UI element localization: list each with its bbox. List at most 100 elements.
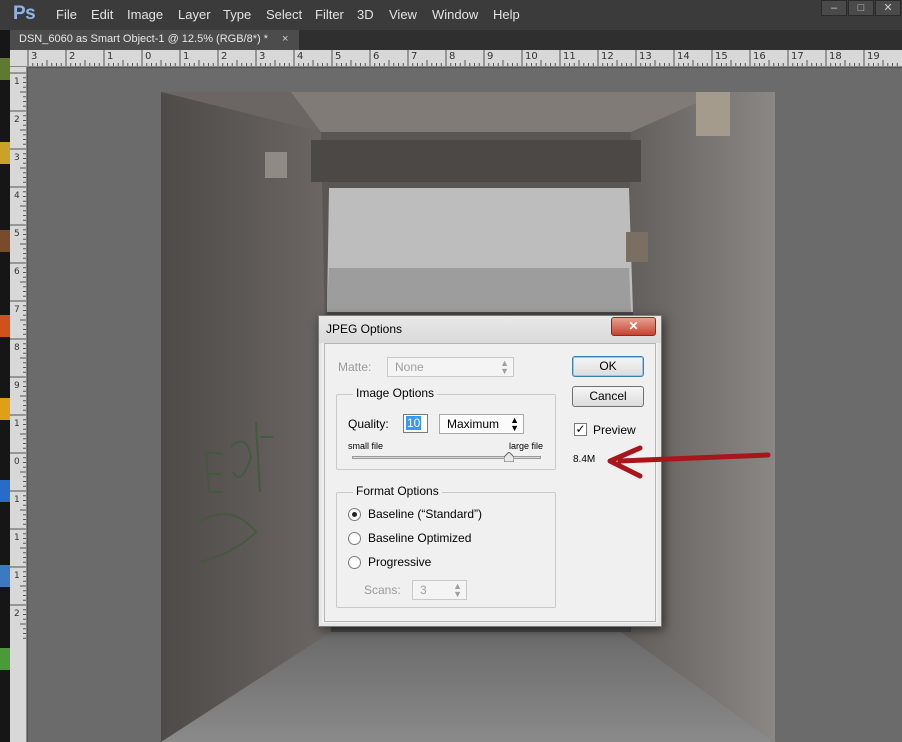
panel-thumbnail[interactable] xyxy=(0,142,10,164)
cancel-button[interactable]: Cancel xyxy=(572,386,644,407)
menu-layer[interactable]: Layer xyxy=(178,7,211,22)
scans-select-value: 3 xyxy=(420,583,427,597)
radio-baseline-standard[interactable] xyxy=(348,508,361,521)
ruler-number: 16 xyxy=(753,51,766,62)
ruler-number: 8 xyxy=(14,343,20,353)
menu-bar: Ps File Edit Image Layer Type Select Fil… xyxy=(0,0,902,30)
ruler-number: 18 xyxy=(829,51,842,62)
ruler-number: 8 xyxy=(449,51,456,62)
ruler-number: 1 xyxy=(14,571,20,581)
menu-edit[interactable]: Edit xyxy=(91,7,113,22)
spin-arrows-icon: ▲ ▼ xyxy=(510,415,519,433)
panel-thumbnail[interactable] xyxy=(0,565,10,587)
quality-preset-value: Maximum xyxy=(447,417,500,431)
matte-select-value: None xyxy=(395,360,424,374)
ruler-number: 5 xyxy=(335,51,342,62)
format-options-group: Format Options Baseline (“Standard”) Bas… xyxy=(336,484,556,608)
ruler-number: 3 xyxy=(14,153,20,163)
ruler-number: 0 xyxy=(145,51,152,62)
ruler-number: 3 xyxy=(31,51,38,62)
ruler-number: 10 xyxy=(525,51,538,62)
ruler-number: 5 xyxy=(14,229,20,239)
panel-thumbnail[interactable] xyxy=(0,58,10,80)
ruler-number: 9 xyxy=(14,381,20,391)
scans-label: Scans: xyxy=(364,583,401,597)
ruler-number: 4 xyxy=(297,51,304,62)
tab-close-icon[interactable]: × xyxy=(282,33,288,45)
document-tab-bar: DSN_6060 as Smart Object-1 @ 12.5% (RGB/… xyxy=(10,30,902,50)
spin-arrows-icon: ▲ ▼ xyxy=(453,581,462,599)
ruler-number: 13 xyxy=(639,51,652,62)
ruler-number: 14 xyxy=(677,51,690,62)
ruler-ticks xyxy=(10,72,26,639)
preview-label[interactable]: Preview xyxy=(593,423,636,437)
ruler-number: 7 xyxy=(411,51,418,62)
panel-thumbnail[interactable] xyxy=(0,648,10,670)
menu-image[interactable]: Image xyxy=(127,7,163,22)
ruler-number: 1 xyxy=(14,495,20,505)
image-options-title: Image Options xyxy=(353,386,438,400)
panel-thumbnail[interactable] xyxy=(0,315,10,337)
ruler-number: 17 xyxy=(791,51,804,62)
spin-arrows-icon: ▲ ▼ xyxy=(500,358,509,376)
red-arrow-annotation xyxy=(607,445,771,479)
format-progressive-label[interactable]: Progressive xyxy=(368,555,431,569)
menu-3d[interactable]: 3D xyxy=(357,7,374,22)
quality-slider-thumb[interactable] xyxy=(503,452,514,462)
arrow-shaft xyxy=(617,452,771,464)
maximize-button[interactable]: □ xyxy=(848,0,874,16)
quality-input[interactable]: 10 xyxy=(403,414,428,433)
quality-preset-select[interactable]: Maximum ▲ ▼ xyxy=(439,414,524,434)
menu-help[interactable]: Help xyxy=(493,7,520,22)
matte-select[interactable]: None ▲ ▼ xyxy=(387,357,514,377)
ruler-number: 2 xyxy=(69,51,76,62)
ok-button[interactable]: OK xyxy=(572,356,644,377)
format-baseline-optimized-label[interactable]: Baseline Optimized xyxy=(368,531,471,545)
radio-progressive[interactable] xyxy=(348,556,361,569)
image-options-group: Image Options Quality: 10 Maximum ▲ ▼ sma… xyxy=(336,386,556,470)
menu-filter[interactable]: Filter xyxy=(315,7,344,22)
menu-select[interactable]: Select xyxy=(266,7,302,22)
ruler-number: 0 xyxy=(14,457,20,467)
panel-thumbnail[interactable] xyxy=(0,230,10,252)
menu-type[interactable]: Type xyxy=(223,7,251,22)
ruler-number: 1 xyxy=(14,419,20,429)
ruler-number: 1 xyxy=(183,51,190,62)
preview-checkbox[interactable]: ✓ xyxy=(574,423,587,436)
format-options-title: Format Options xyxy=(353,484,442,498)
menu-window[interactable]: Window xyxy=(432,7,478,22)
ruler-number: 2 xyxy=(14,115,20,125)
dialog-body: Matte: None ▲ ▼ Image Options Quality: 10… xyxy=(324,343,656,622)
minimize-button[interactable]: – xyxy=(821,0,847,16)
quality-input-value: 10 xyxy=(406,416,422,430)
checkmark-icon: ✓ xyxy=(575,422,586,436)
ruler-vertical[interactable]: 123456789101112 xyxy=(10,67,27,742)
ruler-number: 3 xyxy=(259,51,266,62)
panel-thumbnail[interactable] xyxy=(0,398,10,420)
slider-max-label: large file xyxy=(509,441,544,451)
format-baseline-standard-label[interactable]: Baseline (“Standard”) xyxy=(368,507,482,521)
quality-label: Quality: xyxy=(348,417,389,431)
radio-baseline-optimized[interactable] xyxy=(348,532,361,545)
dialog-title: JPEG Options xyxy=(326,322,403,336)
window-close-button[interactable]: ✕ xyxy=(875,0,901,16)
dialog-titlebar[interactable]: JPEG Options ✕ xyxy=(319,316,661,343)
ruler-number: 1 xyxy=(14,77,20,87)
ruler-horizontal[interactable]: 3 2 1 0 1 2 3 4 5 6 7 8 9 10 11 12 13 14 15 16 17 18 19 xyxy=(10,50,902,67)
ruler-number: 9 xyxy=(487,51,494,62)
ruler-number: 1 xyxy=(14,533,20,543)
file-size-readout: 8.4M xyxy=(573,454,596,465)
ruler-number: 1 xyxy=(107,51,114,62)
scans-select[interactable]: 3 ▲ ▼ xyxy=(412,580,467,600)
slider-min-label: small file xyxy=(348,441,384,451)
dialog-close-button[interactable]: ✕ xyxy=(611,317,656,336)
document-tab[interactable]: DSN_6060 as Smart Object-1 @ 12.5% (RGB/… xyxy=(10,30,299,50)
menu-view[interactable]: View xyxy=(389,7,417,22)
panel-thumbnail[interactable] xyxy=(0,480,10,502)
document-tab-title: DSN_6060 as Smart Object-1 @ 12.5% (RGB/… xyxy=(19,33,268,45)
ruler-number: 12 xyxy=(601,51,614,62)
photoshop-logo: Ps xyxy=(13,3,36,24)
matte-label: Matte: xyxy=(338,360,372,374)
menu-file[interactable]: File xyxy=(56,7,77,22)
left-panel-strip xyxy=(0,30,10,742)
